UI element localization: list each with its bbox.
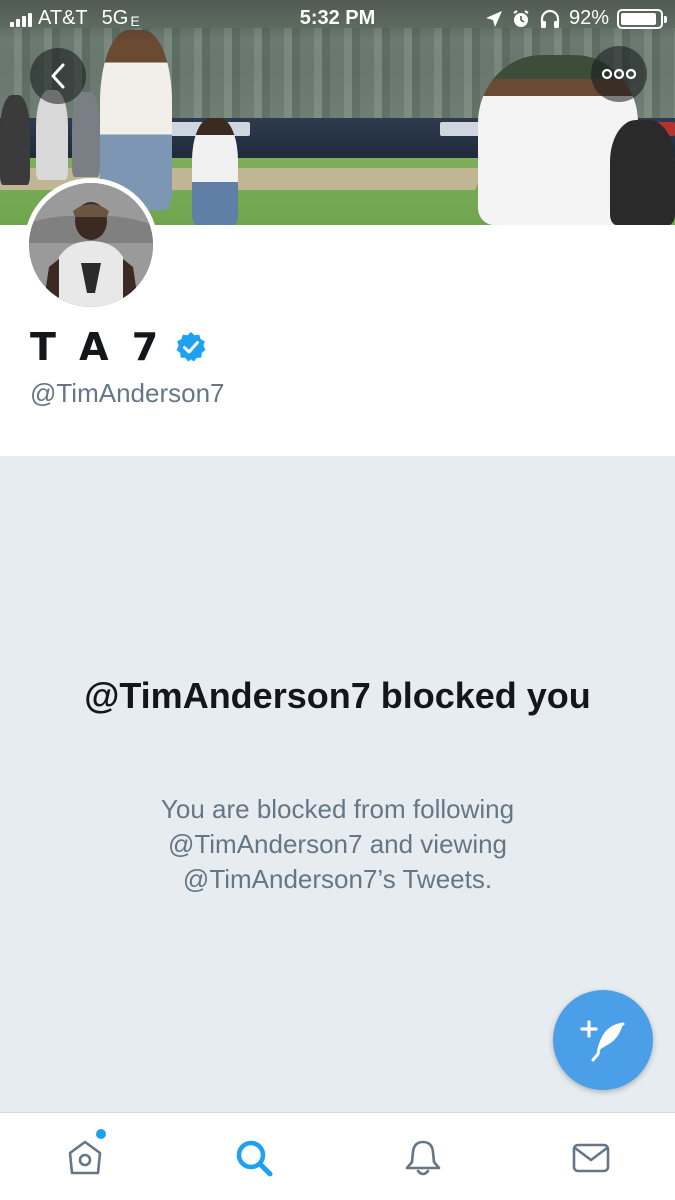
profile-display-name: T A 7 xyxy=(30,325,164,369)
banner-person xyxy=(610,120,675,225)
avatar-person-silhouette xyxy=(29,183,153,307)
bottom-tab-bar xyxy=(0,1112,675,1200)
headphones-icon xyxy=(540,9,560,28)
home-icon xyxy=(68,1140,102,1175)
banner-person xyxy=(0,95,30,185)
status-bar: AT&T 5G E 5:32 PM 92% xyxy=(0,0,675,38)
home-unread-dot xyxy=(96,1129,106,1139)
location-arrow-icon xyxy=(485,10,502,27)
tab-home[interactable] xyxy=(60,1133,110,1183)
profile-handle: @TimAnderson7 xyxy=(30,378,225,408)
profile-name-row: T A 7 xyxy=(30,325,207,369)
status-right: 92% xyxy=(485,7,667,30)
tab-search[interactable] xyxy=(229,1133,279,1183)
battery-percent: 92% xyxy=(568,7,609,29)
more-options-button[interactable] xyxy=(591,46,647,102)
tab-messages[interactable] xyxy=(566,1133,616,1183)
compose-tweet-icon xyxy=(580,1020,625,1062)
banner-person xyxy=(72,92,100,177)
blocked-title: @TimAnderson7 blocked you xyxy=(84,675,591,716)
back-button[interactable] xyxy=(30,48,86,104)
battery-icon xyxy=(617,8,667,29)
blocked-description: You are blocked from following @TimAnder… xyxy=(160,794,515,894)
compose-tweet-button[interactable] xyxy=(553,990,653,1090)
banner-person-child xyxy=(192,118,238,225)
tab-notifications[interactable] xyxy=(398,1133,448,1183)
alarm-icon xyxy=(513,9,529,27)
mail-icon xyxy=(572,1143,610,1173)
search-icon xyxy=(236,1140,273,1177)
profile-avatar[interactable] xyxy=(24,178,158,312)
verified-badge-icon xyxy=(176,332,206,362)
chevron-left-icon xyxy=(51,63,65,89)
bell-icon xyxy=(405,1140,441,1176)
battery-fill xyxy=(621,12,656,25)
avatar-image xyxy=(29,183,153,307)
more-icon xyxy=(602,68,636,80)
